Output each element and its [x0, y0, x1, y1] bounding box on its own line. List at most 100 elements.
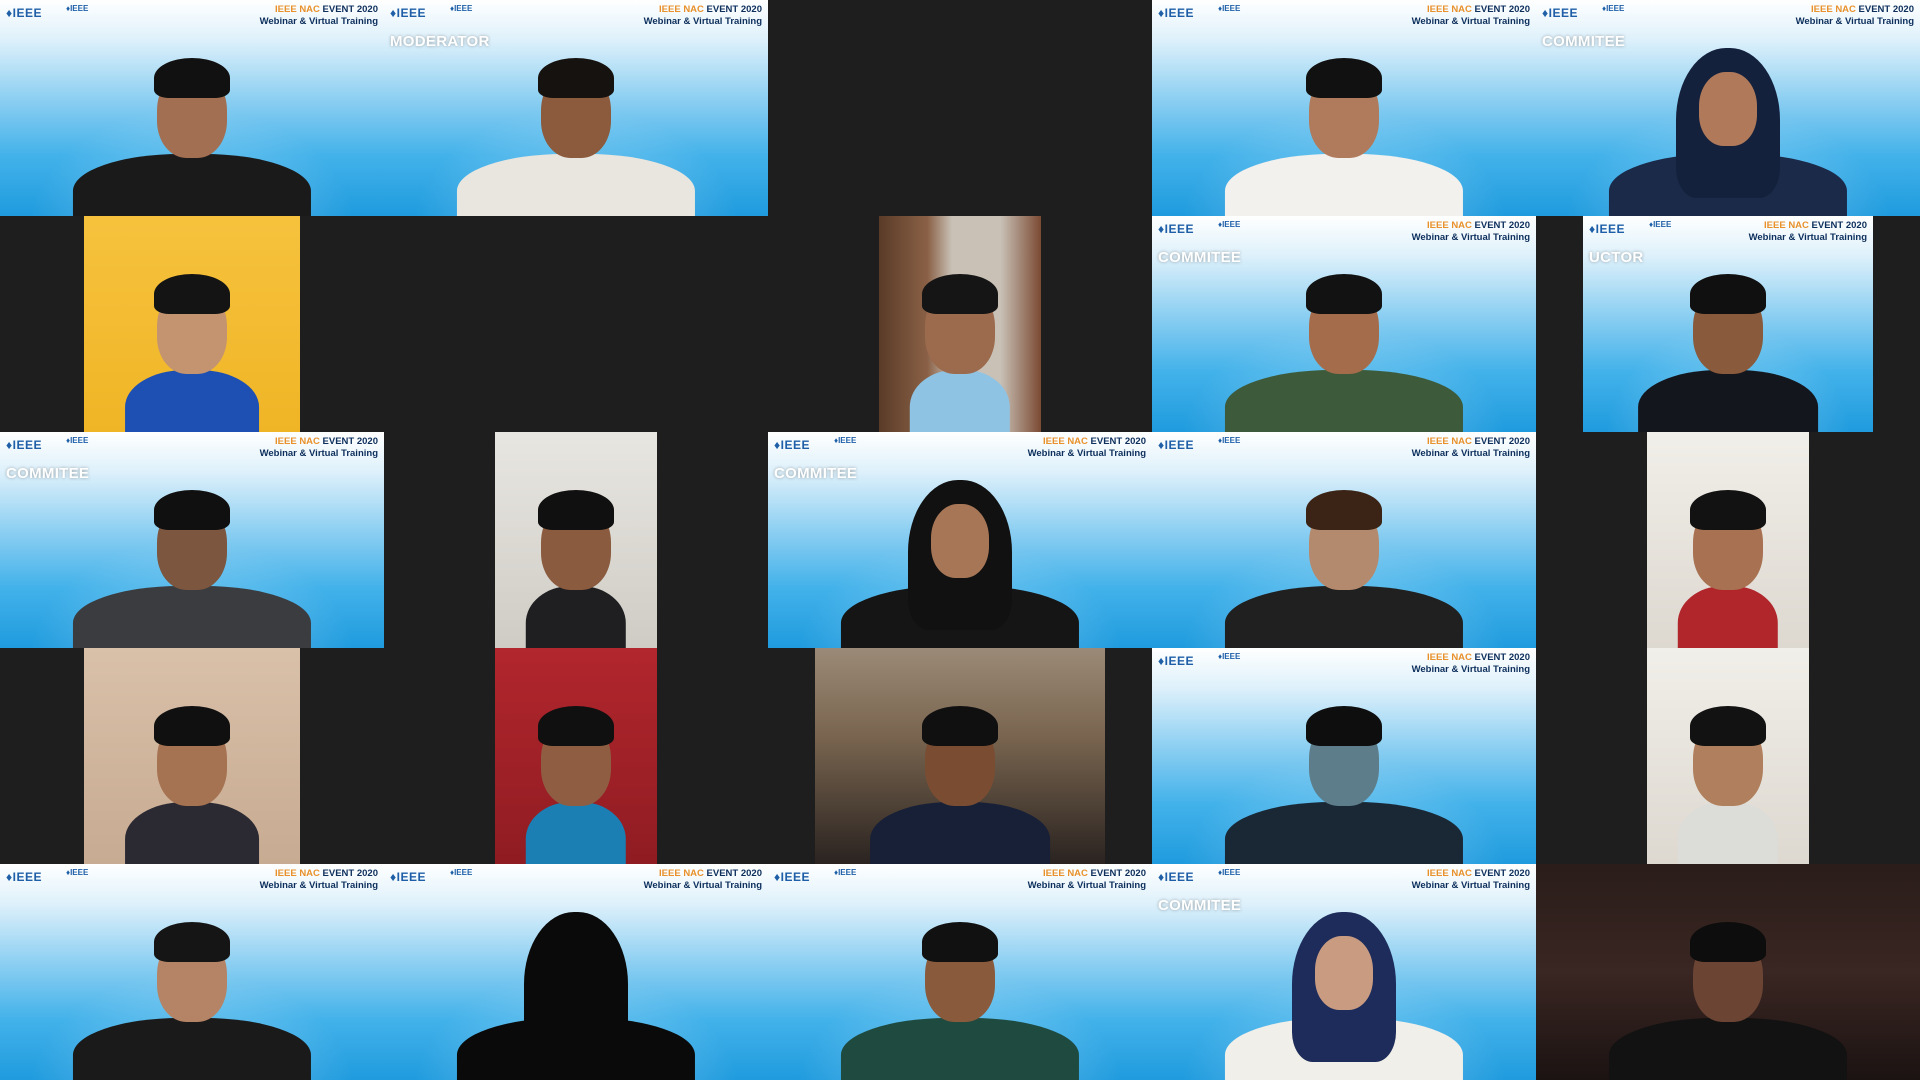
gallery-cell	[1536, 864, 1920, 1080]
participant-hair	[1690, 490, 1766, 530]
participant-video-tile[interactable]: ♦IEEE ♦IEEE IEEE NAC EVENT 2020 Webinar & V…	[384, 0, 768, 216]
gallery-cell	[384, 648, 768, 864]
participant-video-tile[interactable]: ♦IEEE ♦IEEE IEEE NAC EVENT 2020 Webinar & V…	[0, 864, 384, 1080]
participant-face	[1699, 72, 1757, 146]
gallery-cell	[384, 432, 768, 648]
gallery-cell	[0, 216, 384, 432]
participant-silhouette	[879, 216, 1041, 432]
participant-video-tile[interactable]: ♦IEEE ♦IEEE IEEE NAC EVENT 2020 Webinar & V…	[1152, 216, 1536, 432]
role-label: COMMITEE	[6, 465, 90, 482]
gallery-cell	[768, 0, 1152, 216]
participant-shoulders	[870, 801, 1050, 864]
participant-hair	[154, 922, 230, 962]
participant-shoulders	[840, 1017, 1080, 1080]
participant-video-tile[interactable]: ♦IEEE ♦IEEE IEEE NAC EVENT 2020 Webinar & V…	[0, 432, 384, 648]
participant-video-tile[interactable]: ♦IEEE ♦IEEE IEEE NAC EVENT 2020 Webinar & V…	[384, 864, 768, 1080]
role-label: COMMITEE	[1158, 249, 1242, 266]
participant-silhouette	[768, 864, 1152, 1080]
participant-silhouette	[815, 648, 1105, 864]
participant-video-tile[interactable]	[1536, 864, 1920, 1080]
participant-hair	[922, 922, 998, 962]
participant-shoulders	[909, 369, 1011, 432]
participant-video-tile[interactable]	[84, 648, 300, 864]
participant-video-tile[interactable]	[815, 648, 1105, 864]
participant-video-tile[interactable]: ♦IEEE ♦IEEE IEEE NAC EVENT 2020 Webinar & V…	[1152, 432, 1536, 648]
participant-silhouette	[84, 216, 300, 432]
gallery-cell: ♦IEEE ♦IEEE IEEE NAC EVENT 2020 Webinar & V…	[1152, 432, 1536, 648]
gallery-cell	[384, 216, 768, 432]
participant-hair	[1690, 274, 1766, 314]
participant-hair	[1306, 490, 1382, 530]
gallery-cell	[1536, 648, 1920, 864]
participant-silhouette	[1152, 648, 1536, 864]
participant-silhouette	[1647, 432, 1809, 648]
participant-shoulders	[525, 801, 627, 864]
participant-face	[931, 504, 989, 578]
participant-hair	[1690, 706, 1766, 746]
gallery-cell: ♦IEEE ♦IEEE IEEE NAC EVENT 2020 Webinar & V…	[768, 432, 1152, 648]
participant-video-tile[interactable]: ♦IEEE ♦IEEE IEEE NAC EVENT 2020 Webinar & V…	[0, 0, 384, 216]
gallery-cell: ♦IEEE ♦IEEE IEEE NAC EVENT 2020 Webinar & V…	[0, 864, 384, 1080]
participant-shoulders	[72, 585, 312, 648]
role-label: COMMITEE	[774, 465, 858, 482]
participant-video-tile[interactable]	[84, 216, 300, 432]
participant-silhouette	[495, 648, 657, 864]
gallery-cell	[768, 648, 1152, 864]
participant-silhouette	[495, 432, 657, 648]
video-gallery: ♦IEEE ♦IEEE IEEE NAC EVENT 2020 Webinar & V…	[0, 0, 1920, 1080]
gallery-cell: ♦IEEE ♦IEEE IEEE NAC EVENT 2020 Webinar & V…	[0, 432, 384, 648]
participant-video-tile[interactable]	[879, 216, 1041, 432]
gallery-cell: ♦IEEE ♦IEEE IEEE NAC EVENT 2020 Webinar & V…	[0, 0, 384, 216]
participant-video-tile[interactable]: ♦IEEE ♦IEEE IEEE NAC EVENT 2020 Webinar & V…	[1536, 0, 1920, 216]
gallery-cell: ♦IEEE ♦IEEE IEEE NAC EVENT 2020 Webinar & V…	[1152, 648, 1536, 864]
participant-silhouette	[84, 648, 300, 864]
participant-video-tile[interactable]: ♦IEEE ♦IEEE IEEE NAC EVENT 2020 Webinar & V…	[768, 864, 1152, 1080]
participant-shoulders	[1608, 1017, 1848, 1080]
participant-silhouette	[1152, 432, 1536, 648]
participant-video-tile[interactable]: ♦IEEE ♦IEEE IEEE NAC EVENT 2020 Webinar & V…	[1152, 648, 1536, 864]
participant-video-tile[interactable]	[495, 648, 657, 864]
gallery-cell: ♦IEEE ♦IEEE IEEE NAC EVENT 2020 Webinar & V…	[1536, 0, 1920, 216]
gallery-cell: ♦IEEE ♦IEEE IEEE NAC EVENT 2020 Webinar & V…	[384, 864, 768, 1080]
participant-hair	[1306, 274, 1382, 314]
participant-video-tile[interactable]	[495, 432, 657, 648]
gallery-cell: ♦IEEE ♦IEEE IEEE NAC EVENT 2020 Webinar & V…	[1152, 864, 1536, 1080]
participant-silhouette	[384, 864, 768, 1080]
gallery-cell: ♦IEEE ♦IEEE IEEE NAC EVENT 2020 Webinar & V…	[1152, 0, 1536, 216]
role-label: COMMITEE	[1542, 33, 1626, 50]
participant-hair	[1306, 706, 1382, 746]
participant-shoulders	[525, 585, 627, 648]
participant-hair	[154, 58, 230, 98]
gallery-cell: ♦IEEE ♦IEEE IEEE NAC EVENT 2020 Webinar & V…	[768, 864, 1152, 1080]
participant-hair	[154, 706, 230, 746]
gallery-cell	[1536, 432, 1920, 648]
participant-face	[1315, 936, 1373, 1010]
gallery-cell	[0, 648, 384, 864]
participant-shoulders	[1638, 369, 1818, 432]
participant-silhouette	[0, 0, 384, 216]
participant-hair	[154, 490, 230, 530]
role-label: COMMITEE	[1158, 897, 1242, 914]
participant-hair	[538, 490, 614, 530]
participant-shoulders	[125, 801, 259, 864]
gallery-cell	[768, 216, 1152, 432]
participant-video-tile[interactable]: ♦IEEE ♦IEEE IEEE NAC EVENT 2020 Webinar & V…	[1152, 864, 1536, 1080]
participant-hair	[538, 58, 614, 98]
participant-video-tile[interactable]: ♦IEEE ♦IEEE IEEE NAC EVENT 2020 Webinar & V…	[1152, 0, 1536, 216]
participant-shoulders	[72, 153, 312, 216]
participant-video-tile[interactable]	[1647, 648, 1809, 864]
participant-hair	[922, 274, 998, 314]
participant-video-tile[interactable]: ♦IEEE ♦IEEE IEEE NAC EVENT 2020 Webinar & V…	[768, 432, 1152, 648]
participant-shoulders	[1224, 153, 1464, 216]
participant-video-tile[interactable]: ♦IEEE ♦IEEE IEEE NAC EVENT 2020 Webinar & V…	[1583, 216, 1873, 432]
participant-hair	[1306, 58, 1382, 98]
participant-shoulders	[1677, 801, 1779, 864]
role-label: MODERATOR	[390, 33, 490, 50]
participant-face	[547, 936, 605, 1010]
participant-shoulders	[1224, 585, 1464, 648]
participant-video-tile[interactable]	[1647, 432, 1809, 648]
participant-shoulders	[72, 1017, 312, 1080]
participant-shoulders	[1224, 369, 1464, 432]
gallery-cell: ♦IEEE ♦IEEE IEEE NAC EVENT 2020 Webinar & V…	[384, 0, 768, 216]
participant-shoulders	[456, 153, 696, 216]
